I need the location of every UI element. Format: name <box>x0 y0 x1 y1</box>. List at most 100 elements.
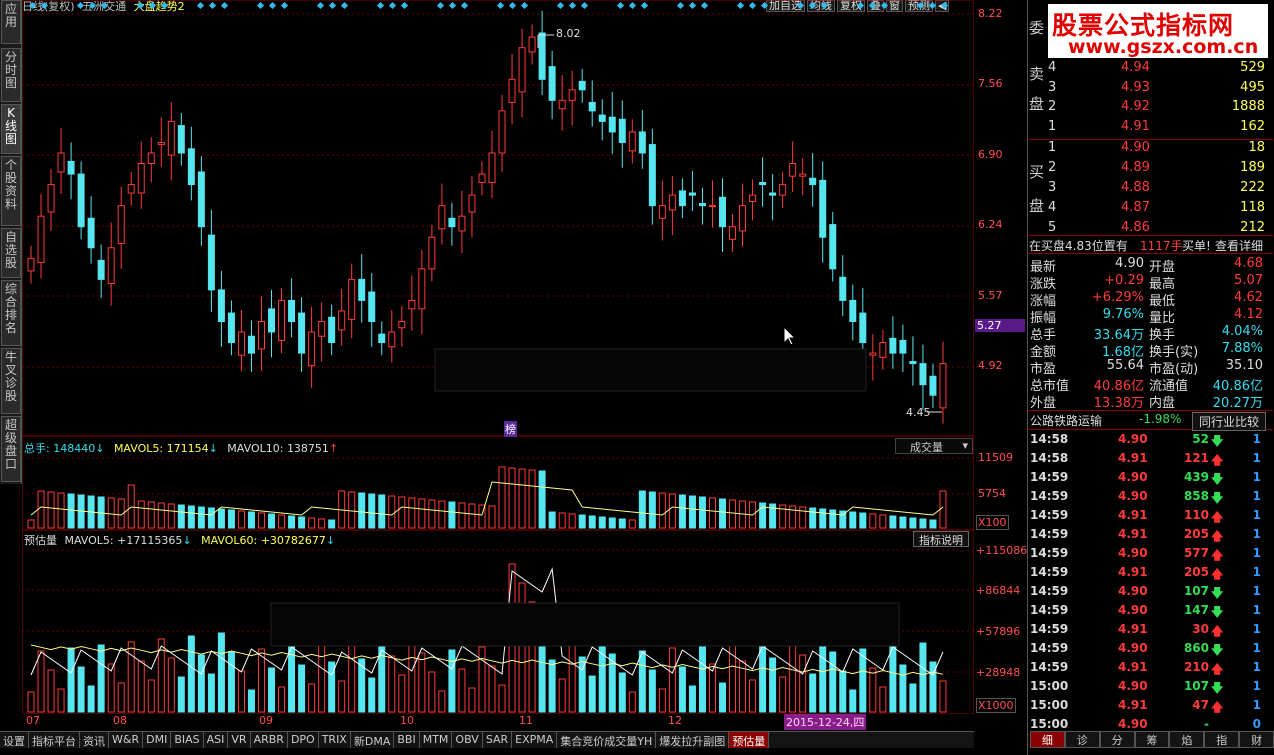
tick-row: 14:59 4.90 107 🡇 1 <box>1029 584 1269 603</box>
notice-detail-link[interactable]: 查看详细 <box>1215 237 1263 254</box>
candle-body <box>839 276 847 301</box>
buy-price: 4.86 <box>1121 220 1150 235</box>
candle-body <box>789 163 797 177</box>
indicator-tab[interactable]: 资讯 <box>80 732 109 748</box>
indicator-tab[interactable]: OBV <box>452 732 483 748</box>
kline-chart[interactable] <box>22 0 974 714</box>
sell-row[interactable]: 1 4.91 162 <box>1045 119 1267 138</box>
candle-body <box>698 203 706 207</box>
tab-diagnosis[interactable]: 牛叉诊股 <box>1 348 21 414</box>
candle-body <box>769 192 777 196</box>
signal-diamond <box>268 1 277 10</box>
wei-label: 委 <box>1028 19 1044 37</box>
indicator-tab[interactable]: BBI <box>394 732 420 748</box>
arrow-down-icon: ↓ <box>95 442 105 455</box>
estimate-bar <box>749 679 757 713</box>
estimate-bar <box>538 640 546 713</box>
stat-row: 涨跌 +0.29 最高 5.07 <box>1029 273 1267 292</box>
tick-price: 4.90 <box>1118 546 1148 560</box>
sell-row[interactable]: 2 4.92 1888 <box>1045 99 1267 118</box>
indicator-select[interactable]: 成交量 ▾ <box>895 438 973 454</box>
indicator-tab[interactable]: ARBR <box>251 732 288 748</box>
indicator-tab[interactable]: EXPMA <box>512 732 558 748</box>
tab-ranking[interactable]: 综合排名 <box>1 280 21 346</box>
volume-bar <box>919 518 927 529</box>
tab-watchlist[interactable]: 自选股 <box>1 228 21 278</box>
stat-value: 4.68 <box>1234 256 1263 271</box>
volume-bar <box>829 509 837 529</box>
indicator-tab[interactable]: 指标平台 <box>29 732 80 748</box>
estimate-bar <box>67 647 75 713</box>
right-tab[interactable]: 分 <box>1099 731 1135 748</box>
indicator-tab[interactable]: SAR <box>483 732 513 748</box>
estimate-bar <box>127 641 135 713</box>
indicator-tab[interactable]: 集合竞价成交量YH <box>557 732 657 748</box>
right-tab[interactable]: 诊 <box>1064 731 1100 748</box>
volume-bar <box>528 469 536 529</box>
volume-bar <box>57 492 65 529</box>
signal-diamond <box>580 1 589 10</box>
volume-bar <box>628 519 636 529</box>
right-tab[interactable]: 筹 <box>1134 731 1170 748</box>
candle-body <box>77 173 85 228</box>
right-tab[interactable]: 细 <box>1030 731 1065 748</box>
indicator-tab[interactable]: TRIX <box>319 732 351 748</box>
current-date-marker: 2015-12-24,四 <box>784 714 867 730</box>
tick-count: 1 <box>1252 508 1261 522</box>
estimate-bar <box>548 659 556 713</box>
tick-volume: 121 <box>1183 451 1209 465</box>
right-tab[interactable]: 财 <box>1239 731 1274 748</box>
stat-row: 金额 1.68亿 换手(实) 7.88% <box>1029 341 1267 360</box>
tick-volume: 107 <box>1183 584 1209 598</box>
indicator-tab[interactable]: VR <box>228 732 251 748</box>
bang-badge[interactable]: 榜 <box>504 421 517 437</box>
right-tab[interactable]: 指 <box>1204 731 1240 748</box>
volume-bar <box>247 511 255 529</box>
indicator-tab[interactable]: DPO <box>288 732 319 748</box>
tick-time: 14:59 <box>1030 584 1069 598</box>
indicator-tab-bar: 设置 指标平台 资讯 W&R DMI BIAS ASI VR ARBR DPO TRIX 新DMA BB… <box>0 731 974 748</box>
indicator-tab[interactable]: DMI <box>143 732 172 748</box>
volume-bar <box>167 503 175 529</box>
tick-row: 14:59 4.91 110 🡅 1 <box>1029 508 1269 527</box>
candle-body <box>348 278 356 320</box>
tick-count: 1 <box>1252 679 1261 693</box>
candle-body <box>127 184 135 194</box>
vol-tick: 11509 <box>978 451 1013 464</box>
indicator-tab[interactable]: 设置 <box>0 732 29 748</box>
tab-intraday[interactable]: 分时图 <box>1 48 21 102</box>
candle-body <box>528 36 536 53</box>
sell-row[interactable]: 3 4.93 495 <box>1045 80 1267 99</box>
right-tab[interactable]: 焰 <box>1169 731 1205 748</box>
indicator-tab[interactable]: 预估量 <box>729 732 770 748</box>
buy-row[interactable]: 4 4.87 118 <box>1045 200 1267 219</box>
industry-compare-button[interactable]: 同行业比较 <box>1192 412 1267 431</box>
candle-body <box>518 47 526 93</box>
candle-body <box>418 268 426 310</box>
tick-row: 14:58 4.91 121 🡅 1 <box>1029 451 1269 470</box>
order-notice[interactable]: 在买盘4.83位置有 1117手 买单! 查看详细 <box>1029 237 1267 254</box>
sell-row[interactable]: 4 4.94 529 <box>1045 60 1267 79</box>
indicator-tab[interactable]: BIAS <box>171 732 204 748</box>
tab-super-book[interactable]: 超级盘口 <box>1 416 21 482</box>
indicator-tab[interactable]: 新DMA <box>351 732 395 748</box>
indicator-tab[interactable]: W&R <box>109 732 144 748</box>
level-number: 2 <box>1048 99 1057 114</box>
tab-profile[interactable]: 个股资料 <box>1 156 21 226</box>
tick-volume: 577 <box>1183 546 1209 560</box>
estimate-bar <box>227 651 235 713</box>
volume-bar <box>348 491 356 529</box>
indicator-tab[interactable]: MTM <box>420 732 453 748</box>
buy-row[interactable]: 2 4.89 189 <box>1045 160 1267 179</box>
tab-kline[interactable]: K线图 <box>1 104 21 154</box>
estimate-bar <box>618 672 626 713</box>
total-label: 总手: <box>24 442 50 455</box>
indicator-help-button[interactable]: 指标说明 <box>913 531 969 547</box>
buy-row[interactable]: 3 4.88 222 <box>1045 180 1267 199</box>
buy-row[interactable]: 1 4.90 18 <box>1045 140 1267 159</box>
indicator-tab[interactable]: ASI <box>204 732 229 748</box>
estimate-bar <box>829 651 837 713</box>
estimate-bar <box>909 683 917 713</box>
indicator-tab[interactable]: 爆发拉升副图 <box>656 732 730 748</box>
tab-apps[interactable]: 应用 <box>1 0 21 44</box>
